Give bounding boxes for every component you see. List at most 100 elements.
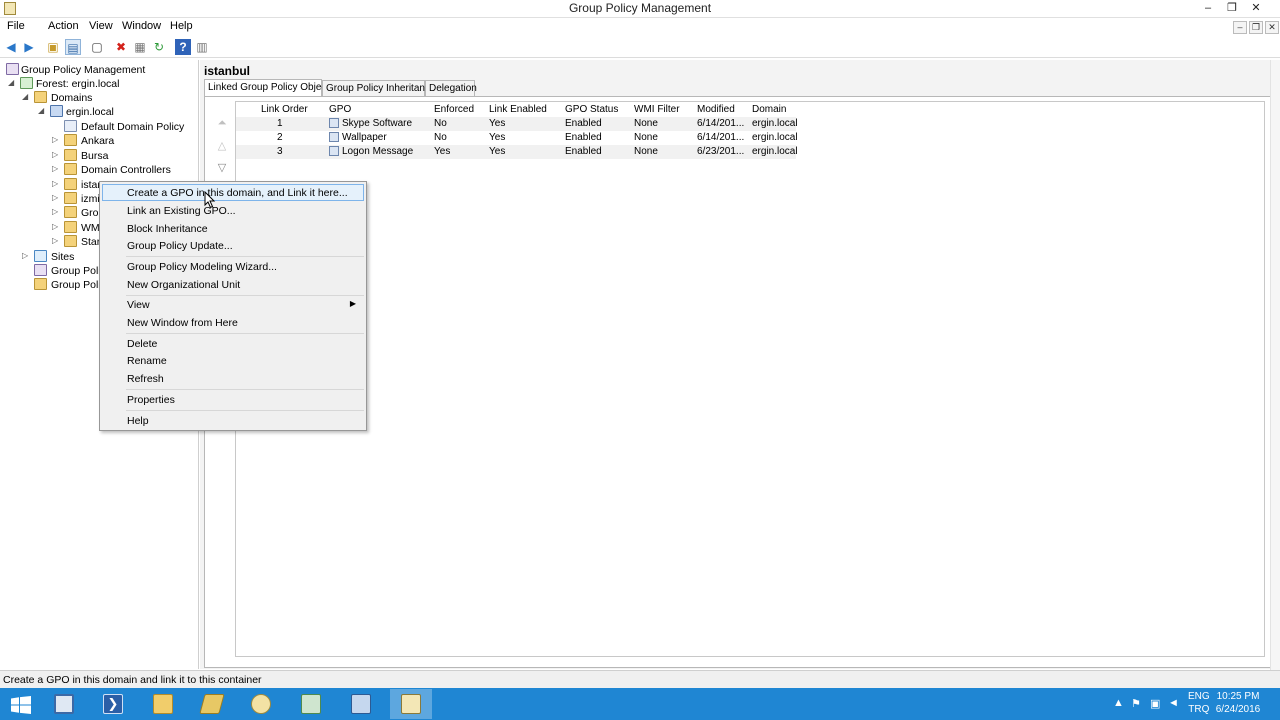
list-header: Link Order GPO Enforced Link Enabled GPO… — [236, 102, 796, 117]
status-text: Create a GPO in this domain and link it … — [3, 674, 262, 686]
clock-time: 10:25 PM — [1216, 691, 1260, 702]
tab-gp-inheritance[interactable]: Group Policy Inheritance — [322, 80, 436, 96]
menu-file[interactable]: File — [7, 20, 25, 32]
details-icon[interactable]: ▥ — [194, 39, 210, 55]
mouse-cursor-icon — [204, 191, 216, 209]
expand-icon[interactable]: ▷ — [22, 251, 30, 260]
col-enforced[interactable]: Enforced — [434, 104, 474, 115]
back-icon[interactable]: ◀ — [3, 39, 19, 55]
powershell-icon: ❯ — [103, 694, 123, 714]
vertical-scrollbar[interactable] — [1270, 60, 1280, 670]
menu-item-rename[interactable]: Rename — [102, 352, 364, 369]
ou-heading: istanbul — [204, 64, 251, 78]
child-restore-button[interactable]: ❐ — [1249, 21, 1263, 34]
restore-button[interactable]: ❐ — [1220, 0, 1244, 17]
delete-icon[interactable]: ✖ — [113, 39, 129, 55]
menu-item-help[interactable]: Help — [102, 412, 364, 429]
expand-icon[interactable]: ▷ — [52, 207, 60, 216]
minimize-button[interactable]: – — [1196, 0, 1220, 17]
menu-item-create-gpo-link[interactable]: Create a GPO in this domain, and Link it… — [102, 184, 364, 201]
col-gpo-status[interactable]: GPO Status — [565, 104, 618, 115]
expand-icon[interactable]: ▷ — [52, 179, 60, 188]
clock[interactable]: 10:25 PM 6/24/2016 — [1208, 690, 1268, 716]
child-minimize-button[interactable]: – — [1233, 21, 1247, 34]
menu-item-new-ou[interactable]: New Organizational Unit — [102, 276, 364, 293]
input-language[interactable]: ENG TRQ — [1188, 690, 1210, 716]
taskbar-certificate[interactable] — [240, 689, 282, 719]
tab-linked-gpos[interactable]: Linked Group Policy Objects — [204, 79, 334, 97]
gpo-link-icon — [64, 120, 77, 132]
menu-separator — [126, 410, 364, 411]
taskbar-folder-tool[interactable] — [191, 689, 233, 719]
collapse-icon[interactable]: ◢ — [22, 92, 30, 101]
status-bar: Create a GPO in this domain and link it … — [0, 670, 1280, 688]
folder-tool-icon — [199, 694, 225, 714]
menu-window[interactable]: Window — [122, 20, 161, 32]
show-hide-tree-icon[interactable]: ▤ — [65, 39, 81, 55]
results-icon — [34, 278, 47, 290]
col-link-enabled[interactable]: Link Enabled — [489, 104, 547, 115]
move-down-icon[interactable]: ▽ — [215, 161, 229, 174]
expand-icon[interactable]: ▷ — [52, 222, 60, 231]
table-row[interactable]: 3 Logon Message Yes Yes Enabled None 6/2… — [236, 145, 798, 159]
help-icon[interactable]: ? — [175, 39, 191, 55]
expand-icon[interactable]: ▷ — [52, 236, 60, 245]
table-row[interactable]: 2 Wallpaper No Yes Enabled None 6/14/201… — [236, 131, 798, 145]
gpo-link-icon — [329, 132, 339, 142]
expand-icon[interactable]: ▷ — [52, 150, 60, 159]
menu-item-new-window[interactable]: New Window from Here — [102, 314, 364, 331]
col-domain[interactable]: Domain — [752, 104, 786, 115]
menu-item-gp-update[interactable]: Group Policy Update... — [102, 237, 364, 254]
menu-item-properties[interactable]: Properties — [102, 391, 364, 408]
col-link-order[interactable]: Link Order — [261, 104, 308, 115]
menu-item-refresh[interactable]: Refresh — [102, 370, 364, 387]
collapse-icon[interactable]: ◢ — [38, 106, 46, 115]
move-top-icon[interactable]: ⏶ — [215, 117, 229, 130]
export-icon[interactable]: ▦ — [132, 39, 148, 55]
taskbar-server-manager[interactable] — [43, 689, 85, 719]
network-admin-icon — [351, 694, 371, 714]
taskbar-powershell[interactable]: ❯ — [92, 689, 134, 719]
taskbar-file-explorer[interactable] — [142, 689, 184, 719]
ou-folder-icon — [64, 134, 77, 146]
menu-item-delete[interactable]: Delete — [102, 335, 364, 352]
network-tray-icon[interactable]: ▣ — [1150, 697, 1160, 710]
properties-icon[interactable]: ▢ — [89, 39, 105, 55]
group-policy-management-icon — [6, 63, 19, 75]
col-modified[interactable]: Modified — [697, 104, 735, 115]
expand-icon[interactable]: ▷ — [52, 135, 60, 144]
volume-icon[interactable]: ◄ — [1168, 697, 1179, 709]
refresh-icon[interactable]: ↻ — [151, 39, 167, 55]
menu-item-link-existing-gpo[interactable]: Link an Existing GPO... — [102, 202, 364, 219]
col-gpo[interactable]: GPO — [329, 104, 351, 115]
start-button[interactable] — [0, 689, 42, 719]
table-row[interactable]: 1 Skype Software No Yes Enabled None 6/1… — [236, 117, 798, 131]
title-bar: Group Policy Management – ❐ ✕ — [0, 0, 1280, 18]
collapse-icon[interactable]: ◢ — [8, 78, 16, 87]
menu-separator — [126, 256, 364, 257]
taskbar-network-admin[interactable] — [340, 689, 382, 719]
taskbar-group-policy[interactable] — [390, 689, 432, 719]
menu-item-view[interactable]: View ▶ — [102, 296, 364, 313]
modeling-icon — [34, 264, 47, 276]
menu-item-block-inheritance[interactable]: Block Inheritance — [102, 220, 364, 237]
menu-view[interactable]: View — [89, 20, 113, 32]
show-hidden-icons-icon[interactable]: ▲ — [1113, 697, 1124, 709]
taskbar-network[interactable] — [290, 689, 332, 719]
menu-item-modeling-wizard[interactable]: Group Policy Modeling Wizard... — [102, 258, 364, 275]
move-up-icon[interactable]: △ — [215, 139, 229, 152]
action-center-icon[interactable]: ⚑ — [1131, 697, 1141, 710]
menu-action[interactable]: Action — [48, 20, 79, 32]
menu-help[interactable]: Help — [170, 20, 193, 32]
child-close-button[interactable]: ✕ — [1265, 21, 1279, 34]
col-wmi-filter[interactable]: WMI Filter — [634, 104, 680, 115]
menu-separator — [126, 333, 364, 334]
expand-icon[interactable]: ▷ — [52, 193, 60, 202]
expand-icon[interactable]: ▷ — [52, 164, 60, 173]
up-folder-icon[interactable]: ▣ — [45, 39, 61, 55]
group-policy-icon — [401, 694, 421, 714]
forward-icon[interactable]: ▶ — [21, 39, 37, 55]
close-button[interactable]: ✕ — [1244, 0, 1268, 17]
tab-delegation[interactable]: Delegation — [425, 80, 477, 96]
folder-icon — [34, 91, 47, 103]
